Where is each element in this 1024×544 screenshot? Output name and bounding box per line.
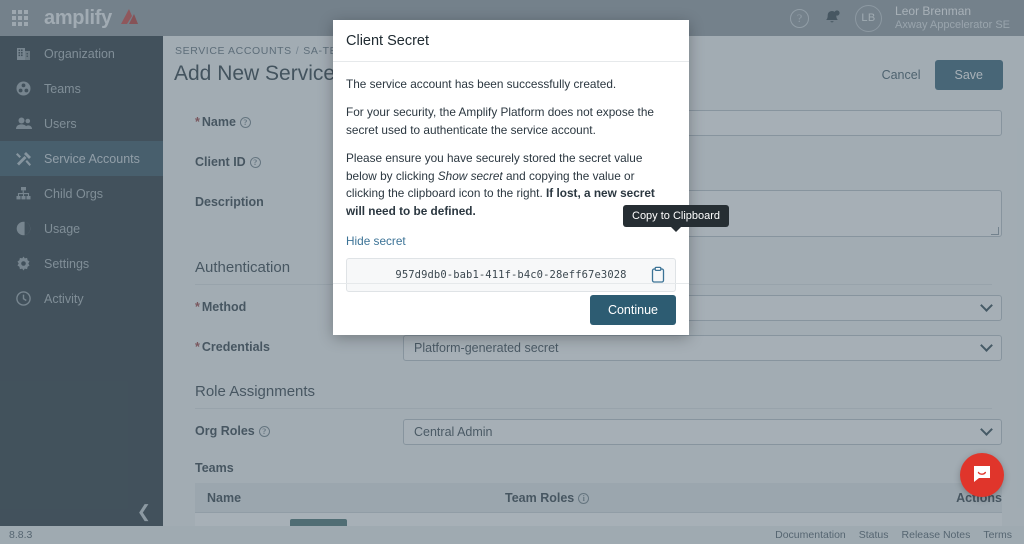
secret-value[interactable]: 957d9db0-bab1-411f-b4c0-28eff67e3028 bbox=[395, 269, 626, 281]
clipboard-icon[interactable] bbox=[650, 266, 666, 284]
client-secret-modal: Client Secret The service account has be… bbox=[333, 20, 689, 335]
modal-paragraph-2: For your security, the Amplify Platform … bbox=[346, 105, 654, 137]
modal-paragraph-1: The service account has been successfull… bbox=[346, 77, 617, 91]
modal-title: Client Secret bbox=[346, 32, 430, 49]
continue-button[interactable]: Continue bbox=[589, 294, 676, 325]
para3-emphasis: Show secret bbox=[437, 168, 503, 183]
hide-secret-link[interactable]: Hide secret bbox=[346, 234, 406, 248]
copy-to-clipboard-tooltip: Copy to Clipboard bbox=[623, 205, 730, 232]
modal-footer: Continue bbox=[333, 283, 689, 335]
chat-bubble-icon bbox=[971, 462, 993, 489]
modal-header: Client Secret bbox=[333, 20, 689, 62]
modal-body: The service account has been successfull… bbox=[333, 62, 689, 293]
intercom-launcher[interactable] bbox=[960, 453, 1004, 497]
app-root: amplify ? LB Leor Brenman bbox=[0, 0, 1024, 544]
